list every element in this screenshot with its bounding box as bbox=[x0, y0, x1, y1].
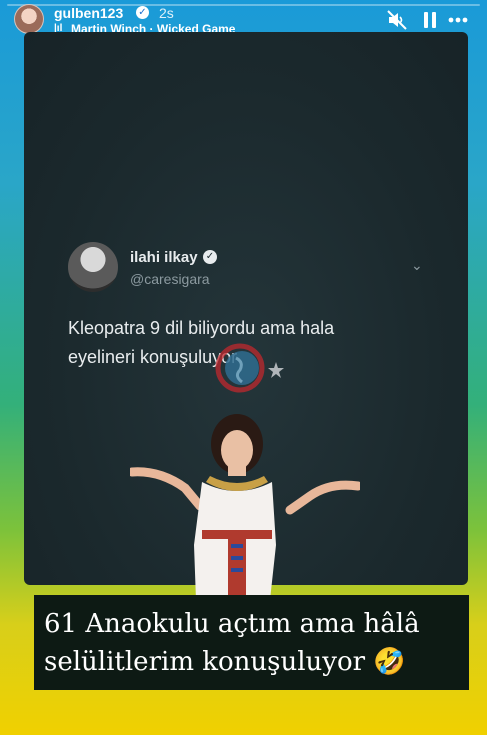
caption-box: 61 Anaokulu açtım ama hâlâ selülitlerim … bbox=[34, 595, 469, 690]
cleopatra-sticker bbox=[130, 414, 360, 600]
more-dots-icon[interactable] bbox=[447, 10, 469, 30]
speaker-muted-icon[interactable] bbox=[387, 10, 407, 30]
caption-line: 61 Anaokulu açtım ama hâlâ bbox=[44, 609, 420, 639]
story-header: gulben123 ✓ 2s |ıl Martin Winch · Wicked… bbox=[14, 4, 477, 36]
tweet-avatar bbox=[68, 242, 118, 292]
tweet-display-name: ilahi ilkay bbox=[130, 249, 198, 266]
pause-icon[interactable] bbox=[422, 10, 438, 30]
globe-watermark-icon bbox=[215, 343, 284, 393]
caption-line: selülitlerim konuşuluyor 🤣 bbox=[44, 647, 406, 677]
chevron-down-icon: ⌄ bbox=[411, 257, 423, 273]
tweet-text-line: Kleopatra 9 dil biliyordu ama hala bbox=[68, 318, 335, 338]
tweet-handle: @caresigara bbox=[130, 271, 210, 287]
timestamp: 2s bbox=[159, 5, 174, 21]
username[interactable]: gulben123 bbox=[54, 5, 123, 21]
verified-badge-icon: ✓ bbox=[136, 6, 149, 19]
tweet-verified-icon: ✓ bbox=[203, 250, 217, 264]
avatar[interactable] bbox=[14, 4, 44, 34]
